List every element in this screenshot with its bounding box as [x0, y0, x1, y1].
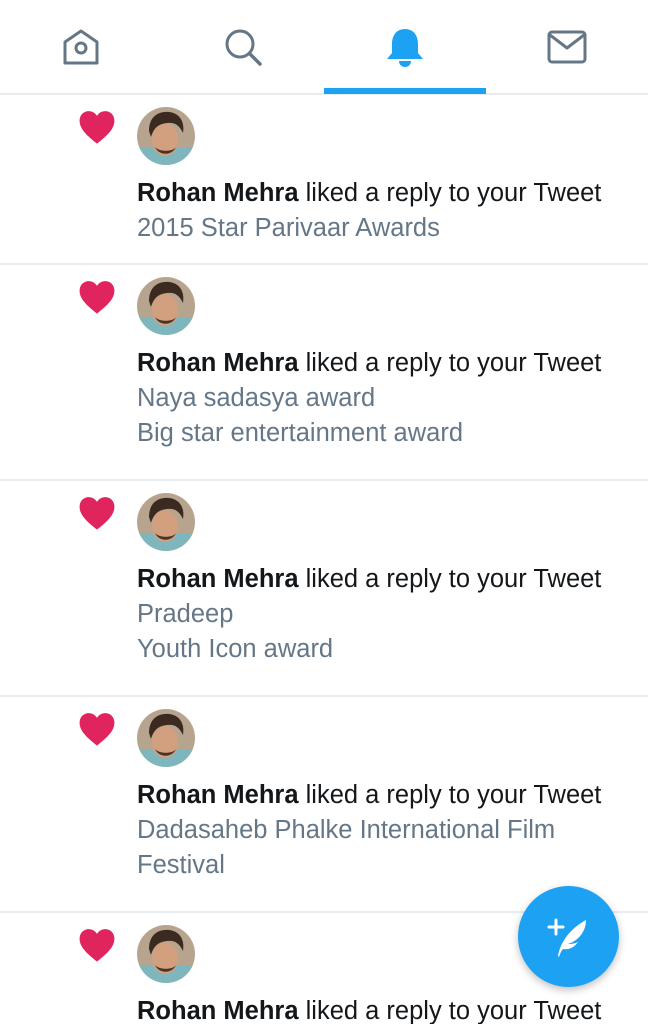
user-name[interactable]: Rohan Mehra — [137, 997, 299, 1024]
tab-notifications[interactable] — [324, 0, 486, 93]
notification-headline: Rohan Mehra liked a reply to your Tweet — [137, 777, 628, 813]
active-tab-indicator — [324, 88, 486, 94]
tweet-text-line: 2015 Star Parivaar Awards — [137, 214, 440, 242]
notification-item[interactable]: Rohan Mehra liked a reply to your Tweet … — [0, 265, 648, 481]
notification-headline: Rohan Mehra liked a reply to your Tweet — [137, 345, 628, 381]
avatar[interactable] — [137, 709, 195, 767]
search-icon — [225, 29, 262, 66]
compose-tweet-icon — [547, 918, 586, 957]
tab-messages[interactable] — [486, 0, 648, 93]
top-nav-bar — [0, 0, 648, 95]
heart-icon — [79, 111, 115, 144]
tab-search[interactable] — [162, 0, 324, 93]
heart-icon — [79, 497, 115, 530]
tweet-text-line: Festival — [137, 851, 225, 879]
tweet-text-line: Youth Icon award — [137, 635, 334, 663]
avatar[interactable] — [137, 277, 195, 335]
heart-icon — [79, 929, 115, 962]
avatar[interactable] — [137, 925, 195, 983]
user-name[interactable]: Rohan Mehra — [137, 349, 299, 377]
notification-action: liked a reply to your Tweet — [305, 781, 602, 809]
compose-tweet-button[interactable] — [518, 886, 619, 987]
notification-item[interactable]: Rohan Mehra liked a reply to your Tweet … — [0, 95, 648, 265]
user-name[interactable]: Rohan Mehra — [137, 781, 299, 809]
tweet-text-line: Dadasaheb Phalke International Film — [137, 816, 556, 844]
home-icon — [63, 29, 99, 64]
heart-icon — [79, 281, 115, 314]
notification-item[interactable]: Rohan Mehra liked a reply to your Tweet … — [0, 481, 648, 697]
notification-action: liked a reply to your Tweet — [305, 997, 602, 1024]
heart-icon — [79, 713, 115, 746]
avatar[interactable] — [137, 493, 195, 551]
tweet-text-line: Big star entertainment award — [137, 419, 463, 447]
notification-action: liked a reply to your Tweet — [305, 565, 602, 593]
notifications-feed[interactable]: Rohan Mehra liked a reply to your Tweet … — [0, 95, 648, 1024]
notification-item[interactable]: Rohan Mehra liked a reply to your Tweet … — [0, 697, 648, 913]
bell-icon — [387, 28, 423, 67]
avatar[interactable] — [137, 107, 195, 165]
notification-headline: Rohan Mehra liked a reply to your Tweet — [137, 561, 628, 597]
notification-headline: Rohan Mehra liked a reply to your Tweet — [137, 993, 628, 1024]
user-name[interactable]: Rohan Mehra — [137, 565, 299, 593]
notification-action: liked a reply to your Tweet — [305, 179, 602, 207]
notification-headline: Rohan Mehra liked a reply to your Tweet — [137, 175, 628, 211]
notification-action: liked a reply to your Tweet — [305, 349, 602, 377]
mail-icon — [547, 30, 587, 63]
tweet-text-line: Naya sadasya award — [137, 384, 376, 412]
tweet-text-line: Pradeep — [137, 600, 234, 628]
user-name[interactable]: Rohan Mehra — [137, 179, 299, 207]
tab-home[interactable] — [0, 0, 162, 93]
